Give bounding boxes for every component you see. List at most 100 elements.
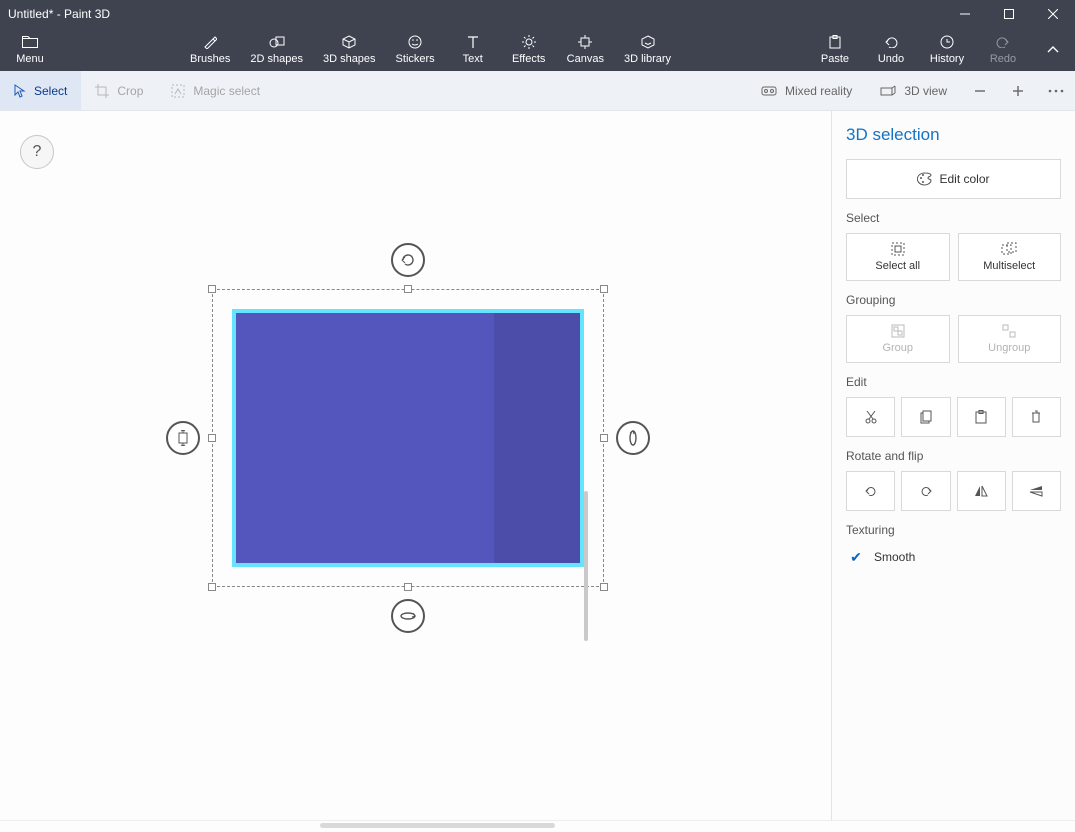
copy-button[interactable] [901, 397, 950, 437]
undo-icon [883, 34, 899, 50]
canvas-icon [578, 34, 592, 50]
menu-label: Menu [16, 53, 44, 65]
cursor-icon [14, 84, 26, 98]
rotate-section-label: Rotate and flip [846, 449, 1061, 463]
ribbon-history[interactable]: History [919, 28, 975, 71]
side-panel: 3D selection Edit color Select Select al… [832, 111, 1075, 820]
ribbon: Menu Brushes 2D shapes 3D shapes Sticker… [0, 28, 1075, 71]
ribbon-stickers[interactable]: Stickers [386, 28, 445, 71]
multiselect-button[interactable]: Multiselect [958, 233, 1062, 281]
title-bar: Untitled* - Paint 3D [0, 0, 1075, 28]
smooth-checkbox[interactable]: ✔ Smooth [846, 545, 1061, 569]
window-controls [943, 0, 1075, 28]
grouping-section-label: Grouping [846, 293, 1061, 307]
tool-3d-view[interactable]: 3D view [866, 71, 961, 110]
panel-title: 3D selection [846, 125, 1061, 145]
help-button[interactable]: ? [20, 135, 54, 169]
select-section-label: Select [846, 211, 1061, 225]
multiselect-icon [1001, 242, 1017, 256]
flip-h-icon [974, 485, 988, 497]
delete-button[interactable] [1012, 397, 1061, 437]
tool-crop: Crop [81, 71, 157, 110]
rotate-y-handle[interactable] [616, 421, 650, 455]
handle-ne[interactable] [600, 285, 608, 293]
text-icon [467, 34, 479, 50]
zoom-out[interactable] [961, 71, 999, 110]
tool-magic-select: Magic select [157, 71, 274, 110]
rotate-z-handle[interactable] [391, 243, 425, 277]
texturing-section-label: Texturing [846, 523, 1061, 537]
cut-button[interactable] [846, 397, 895, 437]
mixed-reality-icon [761, 85, 777, 97]
ungroup-icon [1002, 324, 1016, 338]
handle-e[interactable] [600, 434, 608, 442]
group-icon [891, 324, 905, 338]
delete-icon [1030, 410, 1042, 424]
select-all-button[interactable]: Select all [846, 233, 950, 281]
copy-icon [920, 410, 932, 424]
tool-select[interactable]: Select [0, 71, 81, 110]
tool-mixed-reality[interactable]: Mixed reality [747, 71, 866, 110]
magic-select-icon [171, 84, 185, 98]
ribbon-redo: Redo [975, 28, 1031, 71]
edit-section-label: Edit [846, 375, 1061, 389]
rotate-ccw-icon [864, 484, 878, 498]
selection-bounding-box [212, 289, 604, 587]
rotate-ccw-button[interactable] [846, 471, 895, 511]
history-icon [940, 34, 954, 50]
paste-button[interactable] [957, 397, 1006, 437]
view-3d-icon [880, 85, 896, 97]
brush-icon [203, 34, 217, 50]
resize-grabber[interactable] [320, 823, 555, 828]
maximize-button[interactable] [987, 0, 1031, 28]
ribbon-3d-library[interactable]: 3D library [614, 28, 681, 71]
edit-color-button[interactable]: Edit color [846, 159, 1061, 199]
close-button[interactable] [1031, 0, 1075, 28]
ribbon-collapse[interactable] [1031, 28, 1075, 71]
menu-button[interactable]: Menu [0, 28, 60, 71]
flip-horizontal-button[interactable] [957, 471, 1006, 511]
ribbon-brushes[interactable]: Brushes [180, 28, 240, 71]
palette-icon [917, 172, 933, 186]
handle-sw[interactable] [208, 583, 216, 591]
handle-s[interactable] [404, 583, 412, 591]
zoom-in[interactable] [999, 71, 1037, 110]
ribbon-paste[interactable]: Paste [807, 28, 863, 71]
ribbon-3d-shapes[interactable]: 3D shapes [313, 28, 386, 71]
ribbon-canvas[interactable]: Canvas [557, 28, 614, 71]
library-icon [641, 34, 655, 50]
cut-icon [865, 410, 877, 424]
depth-handle[interactable] [166, 421, 200, 455]
effects-icon [522, 34, 536, 50]
canvas-area[interactable]: ? [0, 111, 832, 820]
handle-se[interactable] [600, 583, 608, 591]
stickers-icon [408, 34, 422, 50]
window-title: Untitled* - Paint 3D [8, 7, 110, 21]
minimize-button[interactable] [943, 0, 987, 28]
selection-group[interactable] [212, 289, 604, 587]
more-options[interactable] [1037, 71, 1075, 110]
scrollbar-vertical[interactable] [584, 491, 588, 641]
ribbon-effects[interactable]: Effects [501, 28, 557, 71]
redo-icon [995, 34, 1011, 50]
rotate-cw-icon [919, 484, 933, 498]
handle-n[interactable] [404, 285, 412, 293]
select-all-icon [891, 242, 905, 256]
shapes-2d-icon [269, 34, 285, 50]
ribbon-2d-shapes[interactable]: 2D shapes [240, 28, 313, 71]
rotate-cw-button[interactable] [901, 471, 950, 511]
status-bar [0, 820, 1075, 832]
flip-v-icon [1029, 485, 1043, 497]
crop-icon [95, 84, 109, 98]
group-button: Group [846, 315, 950, 363]
rotate-x-handle[interactable] [391, 599, 425, 633]
ribbon-undo[interactable]: Undo [863, 28, 919, 71]
check-icon: ✔ [848, 549, 864, 565]
paste-panel-icon [975, 410, 987, 424]
handle-nw[interactable] [208, 285, 216, 293]
shapes-3d-icon [342, 34, 356, 50]
handle-w[interactable] [208, 434, 216, 442]
folder-icon [22, 34, 38, 50]
ribbon-text[interactable]: Text [445, 28, 501, 71]
flip-vertical-button[interactable] [1012, 471, 1061, 511]
